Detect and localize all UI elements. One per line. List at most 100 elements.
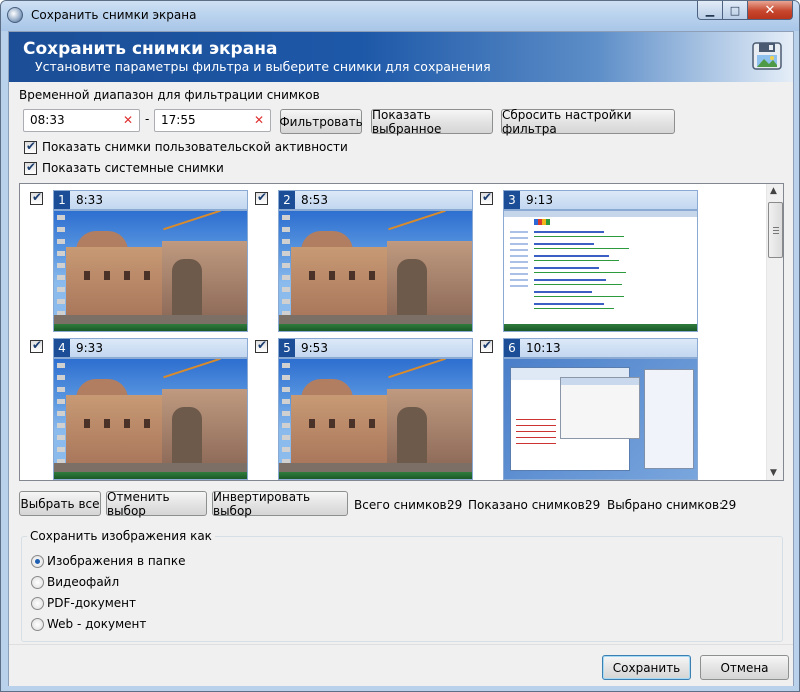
maximize-button[interactable]: □ [723,1,748,20]
total-value: 29 [447,498,463,512]
photo-thumbnail-image [279,359,472,479]
banner-subtitle: Установите параметры фильтра и выберите … [35,59,491,74]
screenshot-time: 8:53 [301,193,328,207]
scrollbar-thumb[interactable] [768,202,783,258]
browser-thumbnail-image [504,211,697,331]
reset-filter-button[interactable]: Сбросить настройки фильтра [501,108,675,136]
save-as-group-title: Сохранить изображения как [27,529,215,543]
screenshot-grid[interactable]: ✔ 1 8:33 ✔ 2 8:53 ✔ 3 9:13 ✔ 4 9:33 ✔ 5 … [19,183,784,481]
screenshot-checkbox[interactable]: ✔ [30,338,43,353]
time-range-label: Временной диапазон для фильтрации снимко… [19,88,320,102]
screenshot-item[interactable]: ✔ 3 9:13 [480,190,698,332]
checkbox-tick-icon: ✔ [257,338,268,352]
screenshot-item[interactable]: ✔ 1 8:33 [30,190,248,332]
scroll-up-icon[interactable]: ▲ [770,186,777,196]
screenshot-number: 4 [54,339,70,357]
screenshot-number: 5 [279,339,295,357]
radio-pdf-document[interactable] [31,597,44,610]
screenshot-item[interactable]: ✔ 5 9:53 [255,338,473,480]
checkbox-tick-icon: ✔ [32,338,43,352]
close-button[interactable]: ✕ [748,1,793,20]
save-disk-icon [752,42,782,70]
total-label: Всего снимков: [354,498,451,512]
shown-label: Показано снимков: [468,498,589,512]
screenshot-number: 3 [504,191,520,209]
show-user-activity-checkbox[interactable]: ✔ [24,139,37,154]
photo-thumbnail-image [54,359,247,479]
screenshot-checkbox[interactable]: ✔ [480,338,493,353]
checkbox-tick-icon: ✔ [32,190,43,204]
radio-web-document[interactable] [31,618,44,631]
minimize-button[interactable]: ▁ [697,1,723,20]
invert-selection-button[interactable]: Инвертировать выбор [212,490,348,518]
save-button[interactable]: Сохранить [602,655,691,680]
screenshot-time: 9:53 [301,341,328,355]
maximize-icon: □ [729,3,741,17]
screenshot-header: 1 8:33 [53,190,248,210]
checkbox-tick-icon: ✔ [26,139,37,153]
title-bar[interactable]: Сохранить снимки экрана ▁ □ ✕ [1,1,799,31]
screenshot-number: 2 [279,191,295,209]
checkbox-tick-icon: ✔ [482,190,493,204]
scroll-down-icon[interactable]: ▼ [770,468,777,478]
screenshot-header: 5 9:53 [278,338,473,358]
screenshot-time: 8:33 [76,193,103,207]
screenshot-header: 4 9:33 [53,338,248,358]
time-to-field[interactable]: 17:55 ✕ [154,109,271,132]
screenshot-header: 2 8:53 [278,190,473,210]
screenshot-item[interactable]: ✔ 6 10:13 [480,338,698,480]
screenshot-thumbnail[interactable] [503,358,698,480]
show-system-checkbox[interactable]: ✔ [24,160,37,175]
screenshot-checkbox[interactable]: ✔ [480,190,493,205]
screenshot-thumbnail[interactable] [503,210,698,332]
photo-thumbnail-image [54,211,247,331]
radio-video-file-label[interactable]: Видеофайл [47,575,119,589]
checkbox-tick-icon: ✔ [26,160,37,174]
screenshot-thumbnail[interactable] [278,358,473,480]
radio-video-file[interactable] [31,576,44,589]
show-user-activity-label[interactable]: Показать снимки пользовательской активно… [42,140,348,154]
app-icon [7,7,23,23]
screenshot-header: 6 10:13 [503,338,698,358]
screenshot-time: 10:13 [526,341,561,355]
screenshot-thumbnail[interactable] [53,358,248,480]
screenshot-checkbox[interactable]: ✔ [255,190,268,205]
dialog-client-area: Сохранить снимки экрана Установите парам… [8,31,794,686]
shown-value: 29 [585,498,601,512]
cancel-button[interactable]: Отмена [700,655,789,680]
screenshot-header: 3 9:13 [503,190,698,210]
grid-vertical-scrollbar[interactable]: ▲ ▼ [766,184,783,480]
time-from-field[interactable]: 08:33 ✕ [23,109,140,132]
radio-pdf-document-label[interactable]: PDF-документ [47,596,136,610]
header-banner: Сохранить снимки экрана Установите парам… [9,32,793,82]
show-selected-button[interactable]: Показать выбранное [371,108,493,136]
checkbox-tick-icon: ✔ [257,190,268,204]
filter-button[interactable]: Фильтровать [279,109,363,134]
screenshot-number: 1 [54,191,70,209]
screenshot-checkbox[interactable]: ✔ [255,338,268,353]
screenshot-thumbnail[interactable] [53,210,248,332]
office-thumbnail-image [504,359,697,479]
clear-from-icon[interactable]: ✕ [123,113,133,127]
banner-title: Сохранить снимки экрана [23,39,278,59]
screenshot-checkbox[interactable]: ✔ [30,190,43,205]
window-title: Сохранить снимки экрана [31,8,197,22]
radio-selected-dot [35,559,40,564]
radio-web-document-label[interactable]: Web - документ [47,617,146,631]
radio-images-folder-label[interactable]: Изображения в папке [47,554,186,568]
screenshot-item[interactable]: ✔ 4 9:33 [30,338,248,480]
range-separator: - [145,112,150,126]
time-from-value: 08:33 [30,113,65,127]
time-to-value: 17:55 [161,113,196,127]
screenshot-thumbnail[interactable] [278,210,473,332]
screenshot-item[interactable]: ✔ 2 8:53 [255,190,473,332]
clear-to-icon[interactable]: ✕ [254,113,264,127]
select-all-button[interactable]: Выбрать все [19,491,101,516]
close-icon: ✕ [764,2,776,18]
minimize-icon: ▁ [705,3,715,17]
screenshot-time: 9:33 [76,341,103,355]
radio-images-folder[interactable] [31,555,44,568]
photo-thumbnail-image [279,211,472,331]
show-system-label[interactable]: Показать системные снимки [42,161,224,175]
deselect-button[interactable]: Отменить выбор [106,490,207,518]
